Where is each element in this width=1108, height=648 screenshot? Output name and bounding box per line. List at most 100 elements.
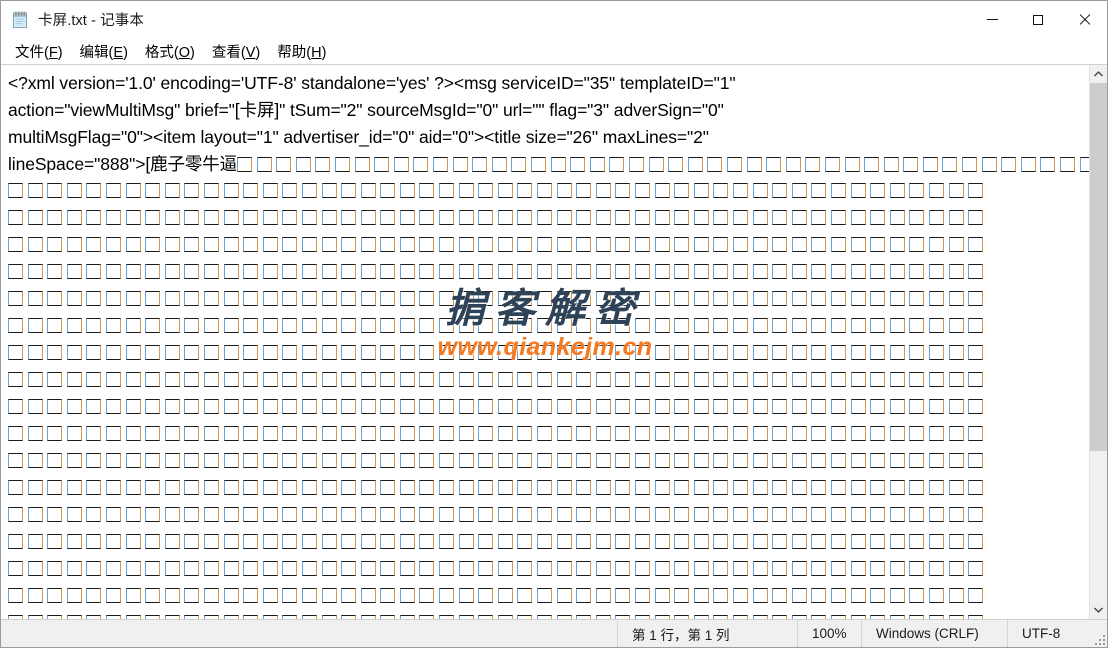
title-bar[interactable]: 卡屏.txt - 记事本 [1, 1, 1107, 38]
tofu-glyph [341, 561, 357, 576]
tofu-glyph [615, 588, 631, 603]
tofu-glyph [341, 291, 357, 306]
menu-paren-file: ) [57, 44, 63, 61]
tofu-glyph [419, 264, 435, 279]
tofu-glyph [576, 507, 592, 522]
tofu-glyph [145, 561, 161, 576]
scroll-down-arrow-icon[interactable] [1090, 601, 1107, 619]
tofu-glyph [223, 561, 239, 576]
tofu-glyph [321, 291, 337, 306]
tofu-glyph [811, 264, 827, 279]
status-zoom-level: 100% [797, 620, 861, 647]
tofu-glyph [262, 534, 278, 549]
scrollbar-track[interactable] [1090, 83, 1107, 601]
tofu-block [8, 178, 1089, 619]
scrollbar-thumb[interactable] [1090, 83, 1107, 451]
tofu-glyph [556, 426, 572, 441]
tofu-glyph [86, 399, 102, 414]
tofu-glyph [772, 588, 788, 603]
tofu-glyph [439, 588, 455, 603]
tofu-glyph [125, 453, 141, 468]
tofu-glyph [419, 291, 435, 306]
tofu-glyph [66, 588, 82, 603]
tofu-glyph [889, 183, 905, 198]
tofu-glyph [870, 345, 886, 360]
tofu-glyph [576, 210, 592, 225]
tofu-glyph [693, 507, 709, 522]
tofu-glyph [693, 588, 709, 603]
tofu-glyph [517, 453, 533, 468]
tofu-glyph [811, 426, 827, 441]
scroll-up-arrow-icon[interactable] [1090, 65, 1107, 83]
tofu-glyph [791, 237, 807, 252]
tofu-glyph [576, 426, 592, 441]
tofu-glyph [399, 291, 415, 306]
text-line: <?xml version='1.0' encoding='UTF-8' sta… [8, 73, 736, 93]
tofu-glyph [439, 291, 455, 306]
menu-item-view[interactable]: 查看(V) [206, 39, 267, 64]
menu-item-format[interactable]: 格式(O) [139, 39, 202, 64]
tofu-glyph [674, 210, 690, 225]
tofu-glyph [909, 264, 925, 279]
tofu-glyph [772, 426, 788, 441]
tofu-glyph [981, 157, 997, 172]
tofu-glyph [556, 453, 572, 468]
tofu-row [8, 583, 1089, 610]
tofu-glyph [537, 453, 553, 468]
tofu-glyph [928, 345, 944, 360]
tofu-glyph [321, 318, 337, 333]
tofu-glyph [341, 615, 357, 619]
tofu-glyph [439, 561, 455, 576]
tofu-glyph [909, 588, 925, 603]
tofu-glyph [243, 318, 259, 333]
tofu-glyph [830, 561, 846, 576]
close-button[interactable] [1061, 1, 1107, 38]
tofu-glyph [125, 318, 141, 333]
tofu-glyph [27, 561, 43, 576]
minimize-button[interactable] [969, 1, 1015, 38]
tofu-glyph [844, 157, 860, 172]
tofu-glyph [105, 534, 121, 549]
maximize-button[interactable] [1015, 1, 1061, 38]
tofu-glyph [595, 561, 611, 576]
vertical-scrollbar[interactable] [1089, 65, 1107, 619]
tofu-glyph [439, 399, 455, 414]
menu-item-edit[interactable]: 编辑(E) [74, 39, 135, 64]
tofu-glyph [693, 183, 709, 198]
tofu-glyph [928, 237, 944, 252]
tofu-glyph [615, 318, 631, 333]
tofu-glyph [203, 507, 219, 522]
tofu-glyph [693, 291, 709, 306]
tofu-glyph [615, 237, 631, 252]
tofu-glyph [517, 561, 533, 576]
tofu-glyph [732, 534, 748, 549]
tofu-glyph [772, 210, 788, 225]
tofu-glyph [948, 345, 964, 360]
tofu-glyph [105, 507, 121, 522]
tofu-glyph [732, 426, 748, 441]
menu-item-help[interactable]: 帮助(H) [271, 39, 333, 64]
tofu-glyph [635, 426, 650, 441]
tofu-glyph [732, 561, 748, 576]
tofu-glyph [478, 399, 494, 414]
tofu-glyph [766, 157, 782, 172]
tofu-glyph [243, 237, 259, 252]
tofu-glyph [517, 426, 533, 441]
tofu-glyph [341, 210, 357, 225]
tofu-glyph [948, 399, 964, 414]
tofu-glyph [66, 372, 82, 387]
tofu-glyph [537, 210, 553, 225]
tofu-glyph [203, 453, 219, 468]
tofu-glyph [184, 399, 200, 414]
tofu-glyph [399, 345, 415, 360]
resize-grip[interactable] [1093, 633, 1105, 645]
tofu-glyph [478, 561, 494, 576]
tofu-glyph [674, 480, 690, 495]
menu-item-file[interactable]: 文件(F) [9, 39, 70, 64]
tofu-glyph [86, 345, 102, 360]
tofu-glyph [243, 291, 259, 306]
tofu-glyph [164, 615, 180, 619]
text-editor[interactable]: <?xml version='1.0' encoding='UTF-8' sta… [1, 65, 1089, 619]
tofu-glyph [301, 210, 317, 225]
tofu-glyph [537, 318, 553, 333]
